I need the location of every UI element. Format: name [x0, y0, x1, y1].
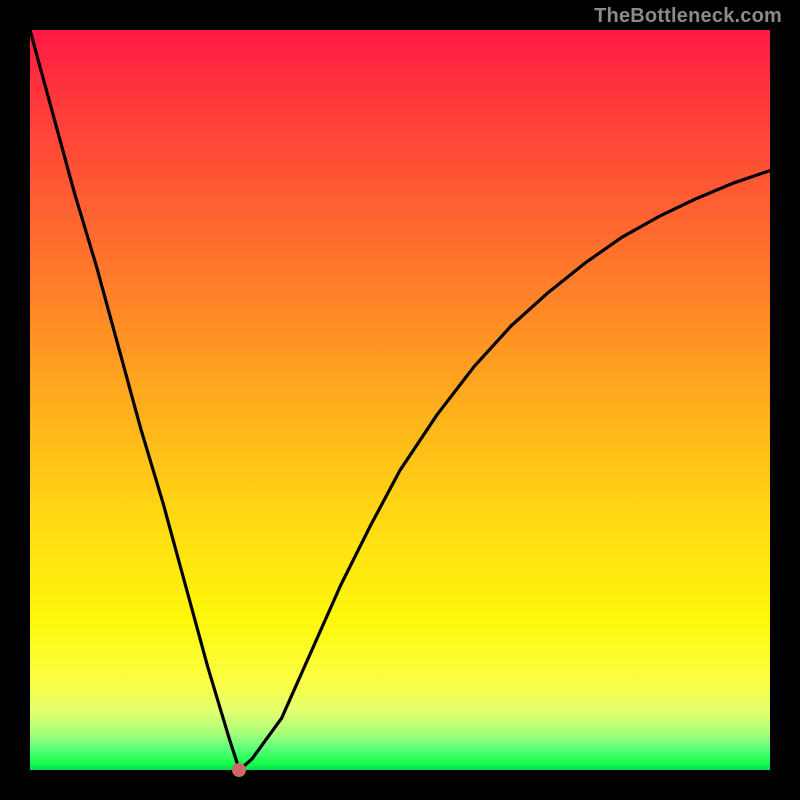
curve-svg: [30, 30, 770, 770]
bottleneck-curve: [30, 30, 770, 770]
attribution-label: TheBottleneck.com: [594, 5, 782, 28]
plot-area: [30, 30, 770, 770]
chart-frame: TheBottleneck.com: [0, 0, 800, 800]
optimal-point-marker: [232, 763, 246, 777]
